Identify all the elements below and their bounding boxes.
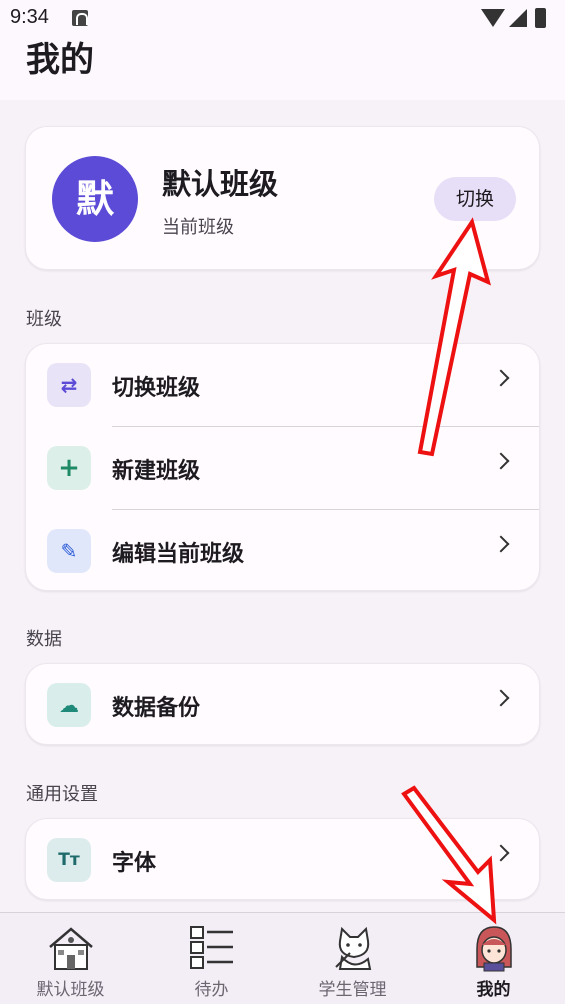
status-bar: 9:34 bbox=[0, 0, 565, 38]
font-size-icon: Tт bbox=[47, 838, 91, 882]
nav-label: 我的 bbox=[476, 980, 511, 1000]
chevron-right-icon bbox=[492, 452, 510, 470]
nav-label: 默认班级 bbox=[36, 980, 105, 1000]
menu-item-label: 编辑当前班级 bbox=[112, 541, 245, 567]
school-house-icon bbox=[49, 927, 93, 970]
chevron-right-icon bbox=[492, 369, 510, 387]
nav-label: 学生管理 bbox=[318, 980, 387, 1000]
battery-charging-icon bbox=[535, 8, 546, 28]
nav-tab-default-class[interactable]: 默认班级 bbox=[0, 913, 141, 1004]
page-title: 我的 bbox=[26, 40, 94, 80]
menu-item-switch-class[interactable]: ⇄ 切换班级 bbox=[26, 344, 539, 426]
class-avatar: 默 bbox=[52, 156, 138, 242]
chevron-right-icon bbox=[492, 689, 510, 707]
menu-item-new-class[interactable]: + 新建班级 bbox=[26, 427, 539, 509]
accessibility-notification-icon bbox=[72, 10, 88, 26]
chevron-right-icon bbox=[492, 535, 510, 553]
switch-class-button[interactable]: 切换 bbox=[434, 177, 516, 221]
menu-item-data-backup[interactable]: ☁ 数据备份 bbox=[26, 664, 539, 746]
class-settings-card: ⇄ 切换班级 + 新建班级 ✎ 编辑当前班级 bbox=[25, 343, 540, 591]
class-name: 默认班级 bbox=[162, 167, 279, 201]
menu-item-label: 新建班级 bbox=[112, 458, 201, 484]
menu-item-font[interactable]: Tт 字体 bbox=[26, 819, 539, 901]
current-class-card: 默 默认班级 当前班级 切换 bbox=[25, 126, 540, 270]
swap-icon: ⇄ bbox=[47, 363, 91, 407]
menu-item-edit-class[interactable]: ✎ 编辑当前班级 bbox=[26, 510, 539, 592]
pencil-icon: ✎ bbox=[47, 529, 91, 573]
girl-avatar-icon bbox=[476, 926, 512, 972]
section-label-class: 班级 bbox=[26, 309, 62, 330]
general-settings-card: Tт 字体 bbox=[25, 818, 540, 900]
status-time: 9:34 bbox=[10, 6, 49, 28]
data-settings-card: ☁ 数据备份 bbox=[25, 663, 540, 745]
wifi-icon bbox=[481, 9, 505, 27]
system-icons bbox=[481, 8, 551, 31]
checklist-icon bbox=[190, 926, 233, 969]
nav-tab-mine[interactable]: 我的 bbox=[423, 913, 564, 1004]
class-subtitle: 当前班级 bbox=[162, 217, 234, 238]
nav-tab-todo[interactable]: 待办 bbox=[141, 913, 282, 1004]
bottom-navigation: 默认班级 待办 学生管理 我的 bbox=[0, 912, 565, 1004]
plus-icon: + bbox=[47, 446, 91, 490]
menu-item-label: 数据备份 bbox=[112, 695, 201, 721]
chevron-right-icon bbox=[492, 844, 510, 862]
menu-item-label: 切换班级 bbox=[112, 375, 201, 401]
cell-signal-icon bbox=[509, 9, 527, 27]
nav-label: 待办 bbox=[194, 980, 229, 1000]
cloud-upload-icon: ☁ bbox=[47, 683, 91, 727]
nav-tab-student-management[interactable]: 学生管理 bbox=[282, 913, 423, 1004]
section-label-data: 数据 bbox=[26, 629, 62, 650]
cat-student-icon bbox=[335, 926, 372, 970]
section-label-general: 通用设置 bbox=[26, 784, 98, 805]
menu-item-label: 字体 bbox=[112, 850, 157, 876]
